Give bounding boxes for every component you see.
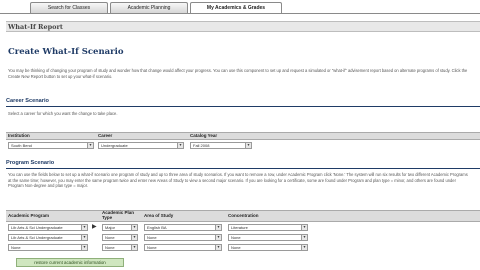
chevron-down-icon: ▼ [177,143,183,148]
chevron-down-icon: ▼ [215,245,221,250]
chevron-down-icon: ▼ [301,225,307,230]
page-title: Create What-If Scenario [8,47,124,57]
catalog-year-value: Fall 2008 [193,143,210,148]
tab-underline [0,13,480,14]
tab-my-academics-grades[interactable]: My Academics & Grades [190,2,282,13]
tab-bar: Search for Classes Academic Planning My … [0,2,480,13]
chevron-down-icon: ▼ [301,245,307,250]
program-col-academic-program: Academic Program [8,212,50,218]
career-scenario-instruction: Select a career for which you want the c… [8,111,118,116]
area-of-study-value: None [147,245,157,250]
concentration-value: None [231,245,241,250]
career-grid-header [6,132,480,140]
career-col-institution: Institution [8,132,30,138]
academic-program-value: Lib Arts & Sci Undergraduate [11,235,63,240]
plan-type-value: None [105,235,115,240]
plan-type-value: Major [105,225,116,230]
area-of-study-value: None [147,235,157,240]
plan-type-value: None [105,245,115,250]
chevron-down-icon: ▼ [301,235,307,240]
area-of-study-value: English BA [147,225,167,230]
career-grid: Institution Career Catalog Year South Be… [6,132,480,154]
breadcrumb-bar [6,21,480,32]
chevron-down-icon: ▼ [215,235,221,240]
program-grid: Academic Program Academic Plan Type Area… [6,210,480,254]
academic-program-select[interactable]: None ▼ [8,244,88,251]
catalog-year-select[interactable]: Fall 2008 ▼ [190,142,252,149]
area-of-study-select[interactable]: None ▼ [144,244,222,251]
tab-search-for-classes[interactable]: Search for Classes [30,2,108,13]
concentration-select[interactable]: None ▼ [228,244,308,251]
intro-text: You may be thinking of changing your pro… [8,68,468,79]
career-col-career: Career [98,132,113,138]
concentration-value: Literature [231,225,248,230]
program-col-concentration: Concentration [228,212,259,218]
chevron-down-icon: ▼ [245,143,251,148]
restore-academic-info-button[interactable]: restore current academic information [16,258,124,267]
cursor-icon: ▶ [92,224,97,230]
chevron-down-icon: ▼ [81,225,87,230]
academic-program-select[interactable]: Lib Arts & Sci Undergraduate ▼ [8,234,88,241]
concentration-select[interactable]: None ▼ [228,234,308,241]
chevron-down-icon: ▼ [215,225,221,230]
academic-program-value: None [11,245,21,250]
chevron-down-icon: ▼ [131,235,137,240]
chevron-down-icon: ▼ [87,143,93,148]
plan-type-select[interactable]: None ▼ [102,234,138,241]
breadcrumb: What-If Report [8,23,63,31]
institution-value: South Bend [11,143,32,148]
career-col-catalog-year: Catalog Year [190,132,218,138]
plan-type-select[interactable]: None ▼ [102,244,138,251]
area-of-study-select[interactable]: None ▼ [144,234,222,241]
chevron-down-icon: ▼ [131,245,137,250]
program-col-plan-type: Academic Plan Type [102,210,135,220]
chevron-down-icon: ▼ [81,235,87,240]
institution-select[interactable]: South Bend ▼ [8,142,94,149]
academic-program-select[interactable]: Lib Arts & Sci Undergraduate ▼ [8,224,88,231]
career-select[interactable]: Undergraduate ▼ [98,142,184,149]
program-col-area-of-study: Area of Study [144,212,174,218]
tab-academic-planning[interactable]: Academic Planning [110,2,188,13]
career-scenario-heading: Career Scenario [6,98,49,104]
academic-program-value: Lib Arts & Sci Undergraduate [11,225,63,230]
program-scenario-heading: Program Scenario [6,160,55,166]
program-scenario-rule [6,168,480,169]
career-scenario-rule [6,106,480,107]
program-scenario-instruction: You can use the fields below to set up a… [8,172,468,189]
career-value: Undergraduate [101,143,128,148]
chevron-down-icon: ▼ [131,225,137,230]
concentration-value: None [231,235,241,240]
plan-type-select[interactable]: Major ▼ [102,224,138,231]
concentration-select[interactable]: Literature ▼ [228,224,308,231]
chevron-down-icon: ▼ [81,245,87,250]
area-of-study-select[interactable]: English BA ▼ [144,224,222,231]
